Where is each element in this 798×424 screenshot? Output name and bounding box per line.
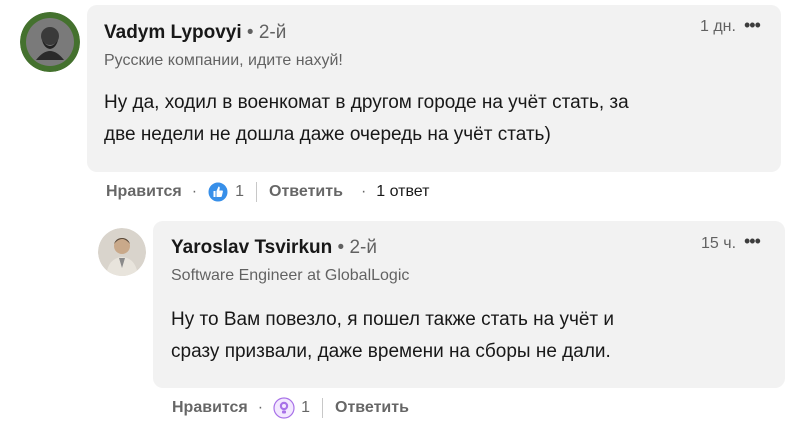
comment-author-name[interactable]: Vadym Lypovyi [104, 22, 242, 43]
reply-more-options-icon[interactable]: ••• [744, 231, 761, 252]
divider [256, 182, 257, 202]
comment-timestamp: 1 дн. [700, 18, 736, 35]
reply-button[interactable]: Ответить [269, 183, 343, 201]
like-reaction-icon[interactable] [207, 181, 229, 203]
reaction-count[interactable]: 1 [301, 399, 310, 417]
separator-dot: · [360, 183, 367, 200]
avatar-vadym[interactable] [20, 12, 80, 72]
comment-more-options-icon[interactable]: ••• [744, 15, 761, 36]
avatar-yaroslav[interactable] [98, 228, 146, 276]
comment-author-degree: • 2-й [246, 22, 287, 43]
comment-author[interactable]: Vadym Lypovyi • 2-й [104, 22, 286, 44]
avatar-photo-open-to-work [20, 12, 80, 72]
reply-text-line: сразу призвали, даже времени на сборы не… [171, 341, 611, 362]
reply-author-degree: • 2-й [337, 237, 377, 258]
reply-author[interactable]: Yaroslav Tsvirkun • 2-й [171, 237, 377, 259]
reply-timestamp: 15 ч. [701, 235, 737, 252]
comment-author-headline: Русские компании, идите нахуй! [104, 52, 343, 69]
separator-dot: · [191, 183, 198, 200]
like-button[interactable]: Нравится [106, 183, 182, 201]
reply-author-headline: Software Engineer at GlobalLogic [171, 267, 410, 284]
reply-button[interactable]: Ответить [335, 399, 409, 417]
replies-count-link[interactable]: 1 ответ [376, 183, 429, 201]
comment-text: Ну да, ходил в военкомат в другом городе… [104, 87, 629, 151]
comment-actions: Нравится · 1 Ответить · 1 ответ [106, 181, 430, 203]
separator-dot: · [257, 399, 264, 416]
reply-actions: Нравится · 1 Ответить [172, 397, 409, 419]
avatar-photo [98, 228, 146, 276]
like-button[interactable]: Нравится [172, 399, 248, 417]
comment-text-line: Ну да, ходил в военкомат в другом городе… [104, 92, 629, 113]
reply-text: Ну то Вам повезло, я пошел также стать н… [171, 304, 614, 368]
divider [322, 398, 323, 418]
reply-text-line: Ну то Вам повезло, я пошел также стать н… [171, 309, 615, 330]
reaction-count[interactable]: 1 [235, 183, 244, 201]
insightful-reaction-icon[interactable] [273, 397, 295, 419]
comment-text-line: две недели не дошла даже очередь на учёт… [104, 124, 551, 145]
reply-author-name[interactable]: Yaroslav Tsvirkun [171, 237, 332, 258]
